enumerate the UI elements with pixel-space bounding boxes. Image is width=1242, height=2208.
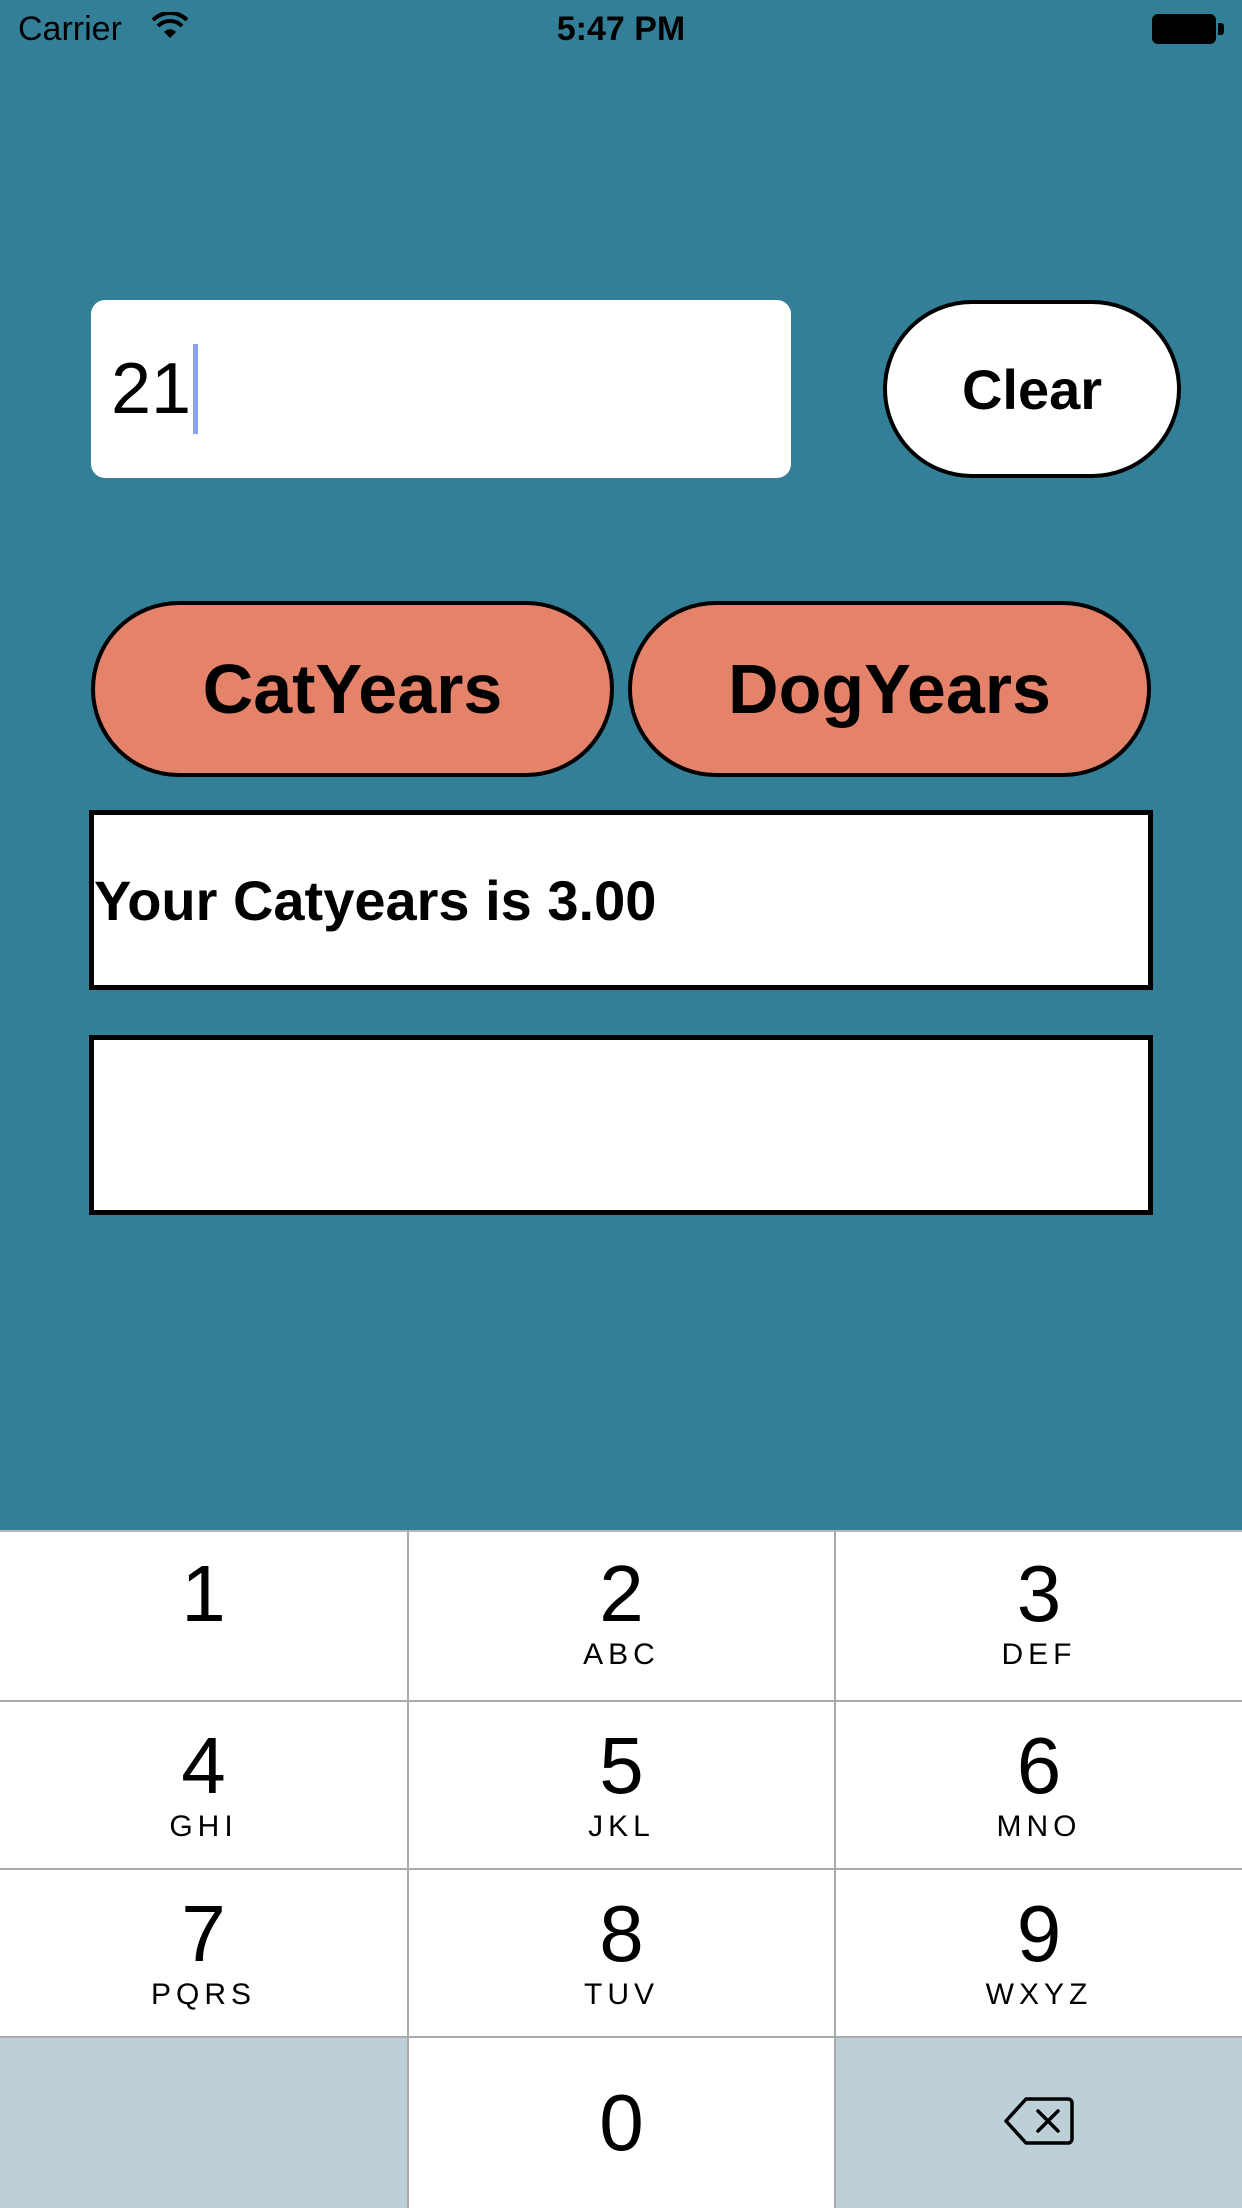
age-input[interactable]: 21 [91,300,791,478]
cat-years-result-text: Your Catyears is 3.00 [94,868,657,932]
key-2[interactable]: 2 ABC [409,1530,834,1700]
key-1[interactable]: 1 [0,1530,407,1700]
key-5-digit: 5 [599,1721,644,1810]
key-2-letters: ABC [583,1638,660,1671]
delete-key[interactable] [836,2038,1242,2208]
dog-years-button[interactable]: DogYears [628,601,1151,777]
key-7-letters: PQRS [150,1978,257,2011]
age-input-value: 21 [111,349,192,429]
key-8-letters: TUV [584,1978,659,2011]
backspace-icon [1004,2096,1074,2151]
keypad-divider [0,1700,1242,1702]
key-blank [0,2038,407,2208]
key-6[interactable]: 6 MNO [836,1702,1242,1868]
status-time: 5:47 PM [556,10,686,48]
cat-years-button[interactable]: CatYears [91,601,614,777]
keypad-divider [834,1530,836,2208]
key-3-letters: DEF [1001,1638,1077,1671]
dog-years-result [89,1035,1153,1215]
keypad-divider [0,1530,1242,1532]
status-bar: Carrier 5:47 PM [0,0,1242,62]
key-6-letters: MNO [996,1810,1082,1843]
keypad-divider [0,2036,1242,2038]
key-3[interactable]: 3 DEF [836,1530,1242,1700]
numeric-keypad: 1 2 ABC 3 DEF 4 GHI 5 JKL 6 MNO 7 PQRS 8… [0,1530,1242,2208]
key-1-digit: 1 [181,1549,226,1638]
key-4-letters: GHI [169,1810,238,1843]
key-9[interactable]: 9 WXYZ [836,1870,1242,2036]
key-4-digit: 4 [181,1721,226,1810]
keypad-divider [0,1868,1242,1870]
keypad-divider [407,1530,409,2208]
key-0-digit: 0 [599,2078,644,2167]
battery-full-icon [1152,14,1224,46]
key-7-digit: 7 [181,1889,226,1978]
key-3-digit: 3 [1016,1549,1062,1638]
key-9-letters: WXYZ [985,1978,1093,2011]
clear-button[interactable]: Clear [883,300,1181,478]
key-7[interactable]: 7 PQRS [0,1870,407,2036]
cat-years-result: Your Catyears is 3.00 [89,810,1153,990]
key-6-digit: 6 [1016,1721,1062,1810]
key-2-digit: 2 [599,1549,644,1638]
key-5[interactable]: 5 JKL [409,1702,834,1868]
key-8[interactable]: 8 TUV [409,1870,834,2036]
key-9-digit: 9 [1016,1889,1062,1978]
key-5-letters: JKL [588,1810,655,1843]
key-0[interactable]: 0 [409,2038,834,2208]
text-cursor [193,344,199,434]
key-8-digit: 8 [599,1889,644,1978]
key-4[interactable]: 4 GHI [0,1702,407,1868]
